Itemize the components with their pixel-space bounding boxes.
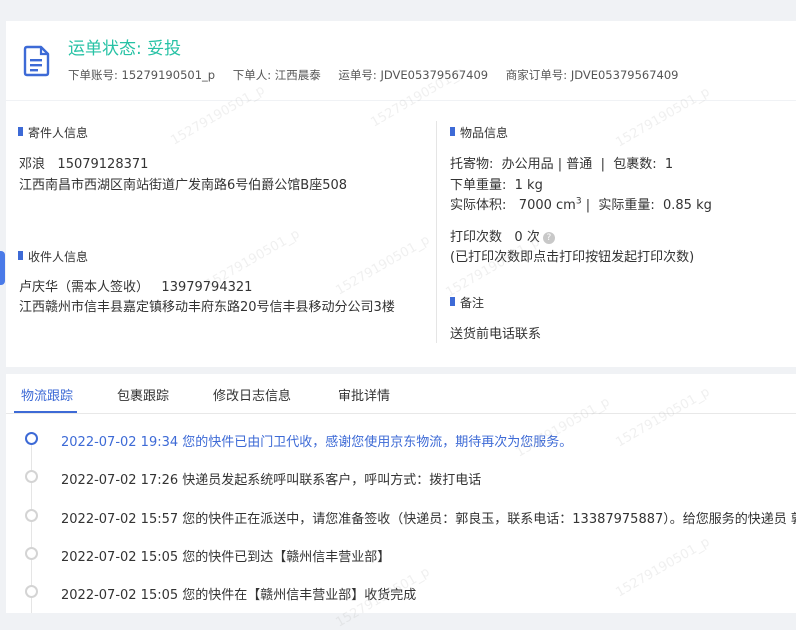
sender-contact: 邓浪 15079128371 xyxy=(19,153,148,172)
timeline-dot xyxy=(25,509,38,522)
tab-change-log[interactable]: 修改日志信息 xyxy=(213,385,291,404)
account-value: 15279190501_p xyxy=(121,68,216,82)
active-tab-indicator xyxy=(14,411,77,413)
timeline-dot-current xyxy=(25,432,38,445)
timeline-dot xyxy=(25,585,38,598)
remark-text: 送货前电话联系 xyxy=(450,327,542,342)
item-label: 托寄物: xyxy=(450,157,494,172)
print-count-note: (已打印次数即点击打印按钮发起打印次数) xyxy=(450,250,695,265)
timeline-event: 2022-07-02 15:57 您的快件正在派送中，请您准备签收（快递员：郭良… xyxy=(61,512,796,527)
merchant-order-number: JDVE05379567409 xyxy=(570,68,679,82)
tab-package-tracking[interactable]: 包裹跟踪 xyxy=(117,385,169,404)
timeline-event: 2022-07-02 17:26 快递员发起系统呼叫联系客户，呼叫方式：拨打电话 xyxy=(61,473,482,488)
sender-name: 邓浪 xyxy=(19,157,46,172)
shipment-info-panel: 寄件人信息 邓浪 15079128371 江西南昌市西湖区南站街道广发南路6号伯… xyxy=(6,101,796,367)
timeline-event: 2022-07-02 19:34 您的快件已由门卫代收，感谢您使用京东物流，期待… xyxy=(61,435,573,450)
print-count-value: 0 次 xyxy=(514,230,540,245)
receiver-name: 卢庆华（需本人签收） xyxy=(19,280,150,295)
receiver-address: 江西赣州市信丰县嘉定镇移动丰府东路20号信丰县移动分公司3楼 xyxy=(19,300,395,315)
side-toggle-handle[interactable] xyxy=(0,251,5,285)
volume-label: 实际体积: xyxy=(450,198,507,213)
order-weight-label: 下单重量: xyxy=(450,178,507,193)
order-weight-line: 下单重量: 1 kg xyxy=(450,174,543,193)
goods-section-title: 物品信息 xyxy=(450,124,508,141)
actual-weight-label: 实际重量: xyxy=(598,198,655,213)
sender-section-title: 寄件人信息 xyxy=(18,124,88,141)
order-weight-value: 1 kg xyxy=(514,178,543,193)
timeline-event: 2022-07-02 15:05 您的快件已到达【赣州信丰营业部】 xyxy=(61,550,391,565)
volume-unit-exponent: 3 xyxy=(575,196,582,207)
timeline-dot xyxy=(25,470,38,483)
volume-weight-line: 实际体积: 7000 cm3 | 实际重量: 0.85 kg xyxy=(450,196,712,213)
tracking-panel: 物流跟踪 包裹跟踪 修改日志信息 审批详情 2022-07-02 19:34 您… xyxy=(6,374,796,613)
waybill-number: JDVE05379567409 xyxy=(380,68,489,82)
goods-item-line: 托寄物: 办公用品 | 普通 | 包裹数: 1 xyxy=(450,157,674,172)
receiver-section-title: 收件人信息 xyxy=(18,248,88,265)
actual-weight-value: 0.85 kg xyxy=(663,198,712,213)
timeline-dot xyxy=(25,547,38,560)
waybill-header: 运单状态: 妥投 下单账号: 15279190501_p 下单人: 江西晨泰 运… xyxy=(6,21,796,100)
tabs-divider xyxy=(6,413,796,414)
document-icon xyxy=(23,45,50,77)
sender-address: 江西南昌市西湖区南站街道广发南路6号伯爵公馆B座508 xyxy=(19,178,348,193)
packages-label: 包裹数: xyxy=(613,157,657,172)
waybill-meta: 下单账号: 15279190501_p 下单人: 江西晨泰 运单号: JDVE0… xyxy=(68,67,678,83)
column-divider xyxy=(436,121,437,343)
volume-value: 7000 cm xyxy=(518,198,576,213)
print-count-line: 打印次数 0 次? xyxy=(450,226,555,245)
timeline-event: 2022-07-02 15:05 您的快件在【赣州信丰营业部】收货完成 xyxy=(61,588,417,603)
account-label: 下单账号: xyxy=(68,68,118,82)
sender-phone: 15079128371 xyxy=(57,157,149,172)
orderer-label: 下单人: xyxy=(232,68,272,82)
packages-value: 1 xyxy=(664,157,674,172)
merchant-order-label: 商家订单号: xyxy=(505,68,568,82)
help-icon[interactable]: ? xyxy=(542,232,555,244)
receiver-contact: 卢庆华（需本人签收） 13979794321 xyxy=(19,276,252,295)
print-count-label: 打印次数 xyxy=(450,230,503,245)
waybill-label: 运单号: xyxy=(338,68,377,82)
tab-logistics-tracking[interactable]: 物流跟踪 xyxy=(21,385,73,404)
item-value: 办公用品 | 普通 xyxy=(501,157,593,172)
waybill-status: 运单状态: 妥投 xyxy=(68,39,182,59)
tab-approval-details[interactable]: 审批详情 xyxy=(338,385,390,404)
orderer-value: 江西晨泰 xyxy=(274,68,321,82)
receiver-phone: 13979794321 xyxy=(161,280,253,295)
remark-section-title: 备注 xyxy=(450,294,484,311)
